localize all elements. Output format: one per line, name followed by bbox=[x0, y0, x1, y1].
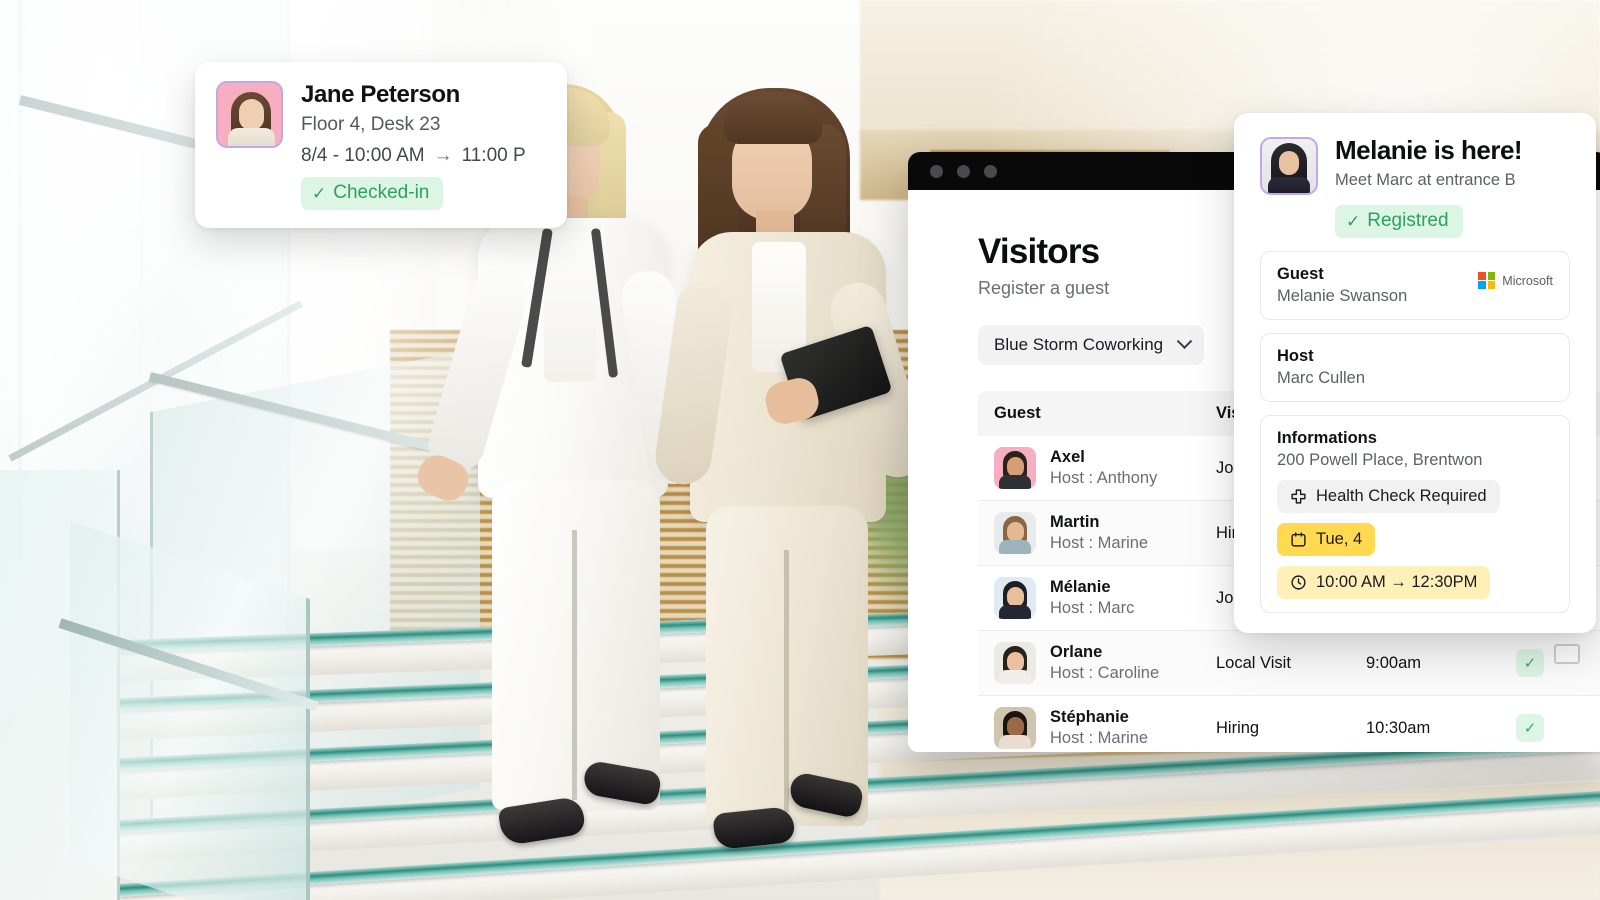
melanie-subtitle: Meet Marc at entrance B bbox=[1335, 171, 1516, 190]
cell-guest: Mélanie Host : Marc bbox=[978, 577, 1216, 619]
informations-address: 200 Powell Place, Brentwon bbox=[1277, 451, 1483, 469]
location-select-value: Blue Storm Coworking bbox=[994, 335, 1164, 354]
guest-name: Orlane bbox=[1050, 642, 1103, 661]
melanie-detail-card[interactable]: Melanie is here! Meet Marc at entrance B… bbox=[1234, 113, 1596, 633]
informations-label: Informations bbox=[1277, 429, 1377, 447]
avatar bbox=[994, 642, 1036, 684]
avatar bbox=[994, 577, 1036, 619]
info-tag-label: Tue, 4 bbox=[1316, 530, 1363, 548]
microsoft-logo-icon bbox=[1478, 272, 1496, 289]
status-badge: ✓ bbox=[1516, 714, 1544, 742]
cell-time: 10:30am bbox=[1366, 718, 1431, 737]
guest-host: Host : Caroline bbox=[1050, 663, 1160, 682]
avatar-jane bbox=[216, 81, 283, 148]
status-badge: ✓ bbox=[1516, 649, 1544, 677]
location-select[interactable]: Blue Storm Coworking bbox=[978, 325, 1204, 365]
guest-name: Stéphanie bbox=[1050, 707, 1129, 726]
info-tag-label: Health Check Required bbox=[1316, 487, 1487, 505]
jane-time-range: 8/4 - 10:00 AM → 11:00 P bbox=[301, 145, 526, 167]
check-icon: ✓ bbox=[1346, 211, 1361, 231]
informations-section: Informations 200 Powell Place, Brentwon … bbox=[1260, 415, 1570, 613]
clock-icon bbox=[1290, 574, 1307, 591]
jane-end-time: 11:00 P bbox=[461, 145, 526, 167]
table-row[interactable]: Stéphanie Host : Marine Hiring 10:30am ✓ bbox=[978, 696, 1600, 752]
cell-guest: Orlane Host : Caroline bbox=[978, 642, 1216, 684]
avatar bbox=[994, 447, 1036, 489]
host-section: Host Marc Cullen bbox=[1260, 333, 1570, 402]
guest-section: Guest Melanie Swanson Microsoft bbox=[1260, 251, 1570, 320]
cell-guest: Martin Host : Marine bbox=[978, 512, 1216, 554]
cell-guest: Stéphanie Host : Marine bbox=[978, 707, 1216, 749]
column-header-guest: Guest bbox=[994, 404, 1041, 422]
minimize-dot[interactable] bbox=[957, 164, 970, 178]
microsoft-logo: Microsoft bbox=[1478, 272, 1553, 289]
jane-status-label: Checked-in bbox=[333, 182, 430, 204]
microsoft-label: Microsoft bbox=[1502, 273, 1553, 288]
avatar bbox=[994, 707, 1036, 749]
table-row[interactable]: Orlane Host : Caroline Local Visit 9:00am ✓ bbox=[978, 631, 1600, 696]
avatar bbox=[994, 512, 1036, 554]
melanie-status-badge: ✓ Registred bbox=[1335, 205, 1463, 238]
avatar-melanie bbox=[1260, 137, 1318, 195]
guest-name: Martin bbox=[1050, 512, 1100, 531]
info-tag[interactable]: Tue, 4 bbox=[1277, 523, 1376, 556]
screenshot-stage: Jane Peterson Floor 4, Desk 23 8/4 - 10:… bbox=[0, 0, 1600, 900]
chevron-down-icon bbox=[1176, 332, 1193, 349]
guest-value: Melanie Swanson bbox=[1277, 287, 1408, 305]
cell-visit: Local Visit bbox=[1216, 653, 1291, 672]
close-dot[interactable] bbox=[930, 164, 943, 178]
maximize-dot[interactable] bbox=[984, 164, 997, 178]
jane-location: Floor 4, Desk 23 bbox=[301, 114, 441, 136]
arrow-right-icon: → bbox=[433, 145, 453, 167]
guest-host: Host : Marine bbox=[1050, 533, 1149, 552]
guest-host: Host : Marine bbox=[1050, 728, 1149, 747]
host-value: Marc Cullen bbox=[1277, 369, 1366, 387]
melanie-title: Melanie is here! bbox=[1335, 135, 1523, 165]
melanie-header: Melanie is here! Meet Marc at entrance B bbox=[1260, 135, 1570, 195]
jane-status-badge: ✓ Checked-in bbox=[301, 177, 444, 211]
guest-host: Host : Marc bbox=[1050, 598, 1135, 617]
cell-status: ✓ bbox=[1516, 714, 1596, 742]
host-label: Host bbox=[1277, 347, 1314, 365]
cell-visit: Hiring bbox=[1216, 718, 1260, 737]
zoom-control-ghost bbox=[1554, 644, 1580, 664]
guest-name: Mélanie bbox=[1050, 577, 1111, 596]
jane-name: Jane Peterson bbox=[301, 81, 460, 108]
cell-guest: Axel Host : Anthony bbox=[978, 447, 1216, 489]
cell-time: 9:00am bbox=[1366, 653, 1422, 672]
jane-start-time: 8/4 - 10:00 AM bbox=[301, 145, 425, 167]
health-cross-icon bbox=[1290, 488, 1307, 505]
check-icon: ✓ bbox=[312, 183, 327, 203]
info-tag[interactable]: 10:00 AM → 12:30PM bbox=[1277, 566, 1491, 599]
melanie-status-wrap: ✓ Registred bbox=[1335, 195, 1570, 238]
info-tag-label: 10:00 AM → 12:30PM bbox=[1316, 573, 1478, 591]
jane-peterson-badge-card[interactable]: Jane Peterson Floor 4, Desk 23 8/4 - 10:… bbox=[195, 62, 567, 228]
guest-name: Axel bbox=[1050, 447, 1085, 466]
info-tag[interactable]: Health Check Required bbox=[1277, 480, 1500, 513]
guest-host: Host : Anthony bbox=[1050, 468, 1158, 487]
calendar-icon bbox=[1290, 531, 1307, 548]
melanie-status-label: Registred bbox=[1367, 210, 1449, 231]
